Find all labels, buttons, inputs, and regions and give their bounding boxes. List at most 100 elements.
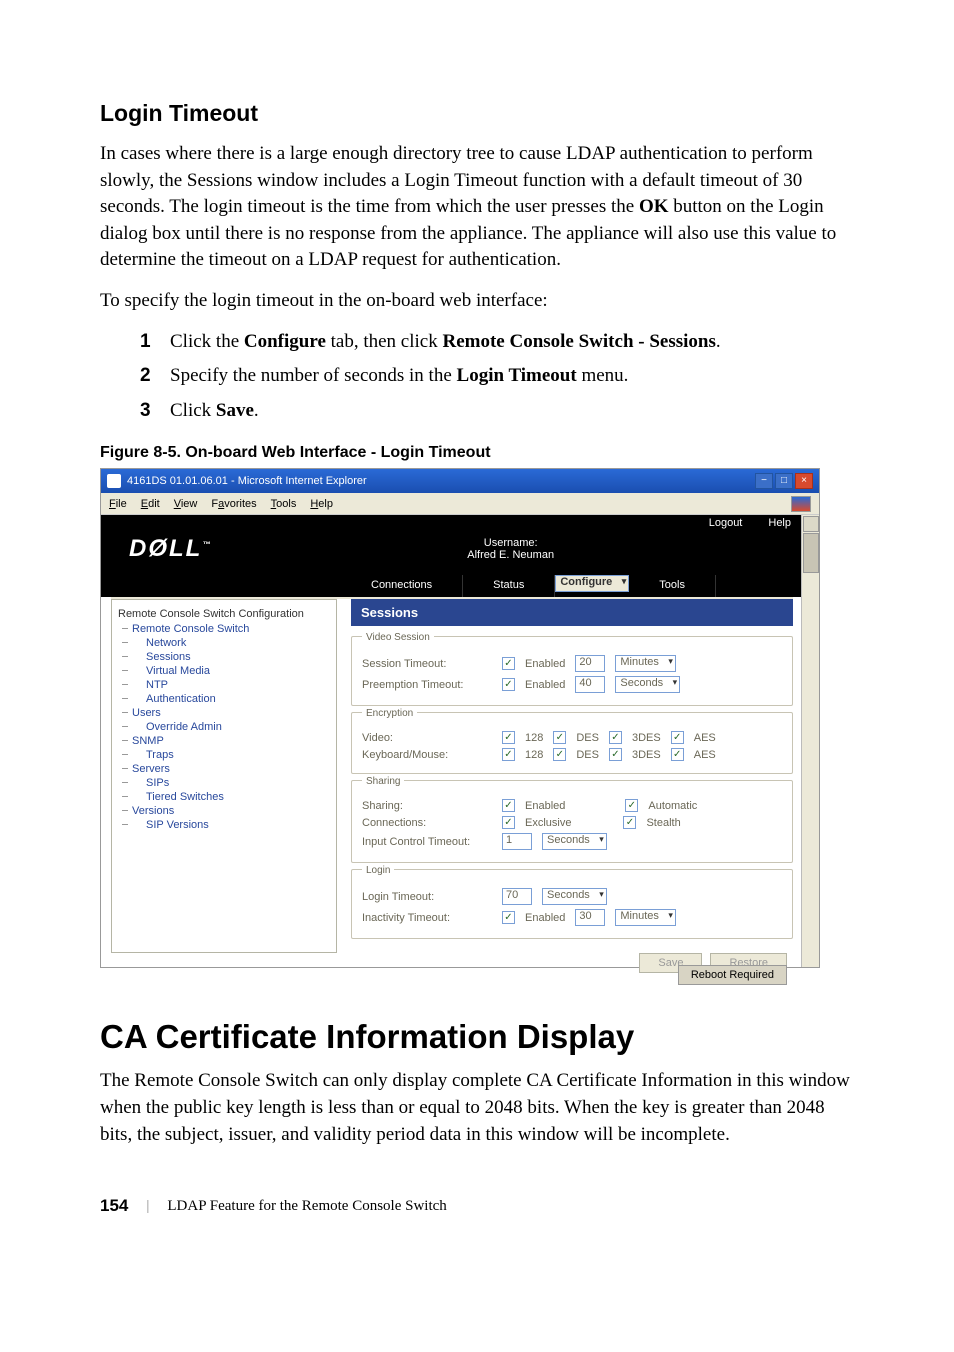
kb-des-cb[interactable]: ✓ bbox=[553, 748, 566, 761]
ie-flag-icon bbox=[791, 496, 811, 512]
login-timeout-description: In cases where there is a large enough d… bbox=[100, 141, 854, 274]
nav-network[interactable]: Network bbox=[118, 636, 330, 650]
ca-certificate-description: The Remote Console Switch can only displ… bbox=[100, 1068, 854, 1148]
masthead: DØLL™ Username: Alfred E. Neuman bbox=[101, 531, 819, 575]
inactivity-input[interactable]: 30 bbox=[575, 909, 605, 926]
sharing-auto-cb[interactable]: ✓ bbox=[625, 799, 638, 812]
reboot-required-button[interactable]: Reboot Required bbox=[678, 965, 787, 985]
kb-3des-cb[interactable]: ✓ bbox=[609, 748, 622, 761]
preemption-timeout-checkbox[interactable]: ✓ bbox=[502, 678, 515, 691]
kb-aes-cb[interactable]: ✓ bbox=[671, 748, 684, 761]
tab-configure[interactable]: Configure bbox=[555, 575, 629, 592]
step-1-text: Click the Configure tab, then click Remo… bbox=[170, 329, 721, 356]
page-number: 154 bbox=[100, 1196, 128, 1216]
logout-link[interactable]: Logout bbox=[709, 517, 743, 529]
conn-stealth-cb[interactable]: ✓ bbox=[623, 816, 636, 829]
nav-sips[interactable]: SIPs bbox=[118, 776, 330, 790]
input-control-unit[interactable]: Seconds bbox=[542, 833, 607, 850]
step3-a: Click bbox=[170, 400, 216, 421]
section-ca-certificate: CA Certificate Information Display bbox=[100, 1018, 854, 1056]
session-timeout-checkbox[interactable]: ✓ bbox=[502, 657, 515, 670]
instructions-lead: To specify the login timeout in the on-b… bbox=[100, 288, 854, 315]
section-login-timeout: Login Timeout bbox=[100, 100, 854, 127]
sharing-auto: Automatic bbox=[648, 800, 697, 812]
step2-a: Specify the number of seconds in the bbox=[170, 365, 457, 386]
help-link[interactable]: Help bbox=[768, 517, 791, 529]
menu-view[interactable]: View bbox=[174, 498, 198, 510]
content-area: Logout Help DØLL™ Username: Alfred E. Ne… bbox=[101, 515, 819, 967]
menubar: File Edit View Favorites Tools Help bbox=[101, 493, 819, 515]
screenshot-window: 4161DS 01.01.06.01 - Microsoft Internet … bbox=[100, 468, 820, 968]
page-footer: 154 | LDAP Feature for the Remote Consol… bbox=[100, 1162, 854, 1216]
nav-virtual-media[interactable]: Virtual Media bbox=[118, 664, 330, 678]
scrollbar[interactable] bbox=[801, 515, 819, 967]
step1-a: Click the bbox=[170, 331, 244, 352]
figure-caption: Figure 8-5. On-board Web Interface - Log… bbox=[100, 444, 854, 462]
tab-tools[interactable]: Tools bbox=[629, 575, 716, 597]
menu-favorites[interactable]: Favorites bbox=[211, 498, 256, 510]
sharing-enabled-cb[interactable]: ✓ bbox=[502, 799, 515, 812]
video-des-cb[interactable]: ✓ bbox=[553, 731, 566, 744]
nav-snmp[interactable]: SNMP bbox=[118, 734, 330, 748]
session-timeout-input[interactable]: 20 bbox=[575, 655, 605, 672]
step1-e: . bbox=[716, 331, 721, 352]
menu-tools[interactable]: Tools bbox=[271, 498, 297, 510]
nav-servers[interactable]: Servers bbox=[118, 762, 330, 776]
ie-icon bbox=[107, 474, 121, 488]
video-128-cb[interactable]: ✓ bbox=[502, 731, 515, 744]
username-value: Alfred E. Neuman bbox=[212, 549, 809, 561]
inactivity-unit[interactable]: Minutes bbox=[615, 909, 676, 926]
login-timeout-input[interactable]: 70 bbox=[502, 888, 532, 905]
login-timeout-label: Login Timeout: bbox=[362, 891, 492, 903]
menu-edit[interactable]: Edit bbox=[141, 498, 160, 510]
login-timeout-unit[interactable]: Seconds bbox=[542, 888, 607, 905]
encryption-legend: Encryption bbox=[362, 708, 417, 719]
nav-traps[interactable]: Traps bbox=[118, 748, 330, 762]
conn-stealth: Stealth bbox=[646, 817, 680, 829]
video-enc-label: Video: bbox=[362, 732, 492, 744]
nav-sessions[interactable]: Sessions bbox=[118, 650, 330, 664]
minimize-button[interactable]: − bbox=[755, 473, 773, 489]
preemption-timeout-input[interactable]: 40 bbox=[575, 676, 605, 693]
scroll-up-icon[interactable] bbox=[803, 516, 819, 532]
nav-rcs[interactable]: Remote Console Switch bbox=[118, 622, 330, 636]
input-control-label: Input Control Timeout: bbox=[362, 836, 492, 848]
preemption-timeout-unit[interactable]: Seconds bbox=[615, 676, 680, 693]
scroll-thumb[interactable] bbox=[803, 533, 819, 573]
step2-b: Login Timeout bbox=[457, 365, 577, 386]
preemption-timeout-label: Preemption Timeout: bbox=[362, 679, 492, 691]
sidebar-title: Remote Console Switch Configuration bbox=[118, 608, 330, 620]
session-timeout-label: Session Timeout: bbox=[362, 658, 492, 670]
inactivity-enabled-cb[interactable]: ✓ bbox=[502, 911, 515, 924]
nav-authentication[interactable]: Authentication bbox=[118, 692, 330, 706]
video-3des-cb[interactable]: ✓ bbox=[609, 731, 622, 744]
session-timeout-unit[interactable]: Minutes bbox=[615, 655, 676, 672]
nav-versions[interactable]: Versions bbox=[118, 804, 330, 818]
nav-sip-versions[interactable]: SIP Versions bbox=[118, 818, 330, 832]
maximize-button[interactable]: □ bbox=[775, 473, 793, 489]
step2-c: menu. bbox=[577, 365, 629, 386]
menu-file[interactable]: File bbox=[109, 498, 127, 510]
nav-ntp[interactable]: NTP bbox=[118, 678, 330, 692]
footer-text: LDAP Feature for the Remote Console Swit… bbox=[167, 1198, 446, 1215]
inactivity-enabled: Enabled bbox=[525, 912, 565, 924]
nav-override-admin[interactable]: Override Admin bbox=[118, 720, 330, 734]
right-pane: Sessions Video Session Session Timeout: … bbox=[337, 599, 793, 953]
sharing-legend: Sharing bbox=[362, 776, 404, 787]
nav-users[interactable]: Users bbox=[118, 706, 330, 720]
video-session-group: Video Session Session Timeout: ✓ Enabled… bbox=[351, 636, 793, 706]
input-control-input[interactable]: 1 bbox=[502, 833, 532, 850]
step-3-text: Click Save. bbox=[170, 398, 259, 425]
kb-128-cb[interactable]: ✓ bbox=[502, 748, 515, 761]
lbl-128a: 128 bbox=[525, 732, 543, 744]
video-aes-cb[interactable]: ✓ bbox=[671, 731, 684, 744]
sharing-label: Sharing: bbox=[362, 800, 492, 812]
tab-connections[interactable]: Connections bbox=[341, 575, 463, 597]
conn-exclusive-cb[interactable]: ✓ bbox=[502, 816, 515, 829]
nav-tiered-switches[interactable]: Tiered Switches bbox=[118, 790, 330, 804]
tab-status[interactable]: Status bbox=[463, 575, 555, 597]
menu-help[interactable]: Help bbox=[310, 498, 333, 510]
close-button[interactable]: × bbox=[795, 473, 813, 489]
step-3-number: 3 bbox=[140, 398, 156, 425]
lbl-desb: DES bbox=[576, 749, 599, 761]
